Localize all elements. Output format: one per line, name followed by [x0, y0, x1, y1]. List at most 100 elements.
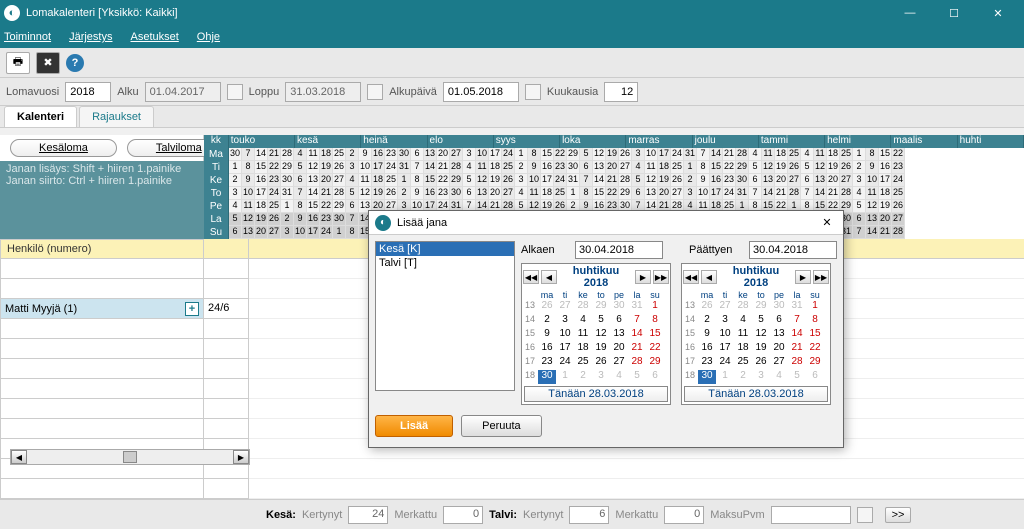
close-button[interactable]: ✕	[976, 0, 1020, 26]
minical-day[interactable]: 18	[734, 342, 752, 356]
minical-day[interactable]: 2	[538, 314, 556, 328]
maximize-button[interactable]: ☐	[932, 0, 976, 26]
menu-toiminnot[interactable]: Toiminnot	[4, 31, 51, 43]
calendar-icon[interactable]	[367, 84, 383, 100]
minical-day[interactable]: 8	[806, 314, 824, 328]
minical-day[interactable]: 9	[698, 328, 716, 342]
minical-day[interactable]: 29	[592, 300, 610, 314]
minical-day[interactable]: 11	[574, 328, 592, 342]
lomavuosi-input[interactable]	[65, 82, 111, 102]
minical-day[interactable]: 23	[538, 356, 556, 370]
minical-day[interactable]: 1	[806, 300, 824, 314]
minical-day[interactable]: 1	[556, 370, 574, 384]
minical-day[interactable]: 3	[556, 314, 574, 328]
person-row[interactable]	[0, 479, 204, 499]
scroll-right-button[interactable]: ▶	[233, 450, 249, 464]
minical-day[interactable]: 30	[610, 300, 628, 314]
minical-day[interactable]: 29	[806, 356, 824, 370]
list-item[interactable]: Kesä [K]	[376, 242, 514, 256]
minical-day[interactable]: 6	[610, 314, 628, 328]
year-next-icon[interactable]: ▶▶	[813, 270, 829, 284]
minical-day[interactable]: 28	[734, 300, 752, 314]
person-row[interactable]	[0, 399, 204, 419]
year-prev-icon[interactable]: ◀◀	[683, 270, 699, 284]
minical-day[interactable]: 31	[788, 300, 806, 314]
minical-day[interactable]: 28	[574, 300, 592, 314]
scroll-left-button[interactable]: ◀	[11, 450, 27, 464]
minical-day[interactable]: 18	[574, 342, 592, 356]
minical-day[interactable]: 6	[770, 314, 788, 328]
minical-day[interactable]: 26	[538, 300, 556, 314]
minical-day[interactable]: 4	[770, 370, 788, 384]
minical-day[interactable]: 23	[698, 356, 716, 370]
minical-day[interactable]: 8	[646, 314, 664, 328]
minical-day[interactable]: 20	[770, 342, 788, 356]
dialog-close-button[interactable]: ✕	[817, 216, 837, 229]
close-tool-button[interactable]: ✖	[36, 52, 60, 74]
minical-day[interactable]: 27	[556, 300, 574, 314]
print-button[interactable]: 🖶	[6, 52, 30, 74]
person-row[interactable]	[0, 259, 204, 279]
minical-day[interactable]: 28	[788, 356, 806, 370]
expand-button[interactable]: >>	[885, 507, 912, 523]
calendar-icon[interactable]	[857, 507, 873, 523]
minical-day[interactable]: 28	[628, 356, 646, 370]
peruuta-button[interactable]: Peruuta	[461, 415, 542, 437]
minical-day[interactable]: 21	[788, 342, 806, 356]
person-row[interactable]	[0, 279, 204, 299]
minical-day[interactable]: 13	[770, 328, 788, 342]
tab-kalenteri[interactable]: Kalenteri	[4, 106, 77, 127]
minical-day[interactable]: 25	[734, 356, 752, 370]
minical-day[interactable]: 19	[592, 342, 610, 356]
kuukausia-input[interactable]	[604, 82, 638, 102]
minical-day[interactable]: 2	[698, 314, 716, 328]
minical-day[interactable]: 3	[716, 314, 734, 328]
minical-day[interactable]: 6	[806, 370, 824, 384]
minical-day[interactable]: 2	[734, 370, 752, 384]
minical-day[interactable]: 24	[556, 356, 574, 370]
minical-day[interactable]: 26	[698, 300, 716, 314]
today-button[interactable]: Tänään 28.03.2018	[524, 386, 668, 402]
calendar-icon[interactable]	[227, 84, 243, 100]
minical-day[interactable]: 4	[610, 370, 628, 384]
minical-day[interactable]: 3	[752, 370, 770, 384]
minical-day[interactable]: 1	[716, 370, 734, 384]
minical-day[interactable]: 22	[646, 342, 664, 356]
minical-day[interactable]: 10	[556, 328, 574, 342]
lisaa-button[interactable]: Lisää	[375, 415, 453, 437]
month-next-icon[interactable]: ▶	[795, 270, 811, 284]
alkupvm-input[interactable]	[443, 82, 519, 102]
person-row[interactable]	[0, 379, 204, 399]
alkaen-input[interactable]	[575, 241, 663, 259]
minical-day[interactable]: 16	[698, 342, 716, 356]
year-next-icon[interactable]: ▶▶	[653, 270, 669, 284]
minicalendar-from[interactable]: ◀◀◀huhtikuu 2018▶▶▶matiketopelasu1326272…	[521, 263, 671, 405]
menu-ohje[interactable]: Ohje	[197, 31, 220, 43]
calendar-icon[interactable]	[525, 84, 541, 100]
minical-day[interactable]: 22	[806, 342, 824, 356]
minical-day[interactable]: 5	[752, 314, 770, 328]
month-prev-icon[interactable]: ◀	[701, 270, 717, 284]
minical-day[interactable]: 26	[752, 356, 770, 370]
minical-day[interactable]: 7	[628, 314, 646, 328]
person-row[interactable]	[0, 359, 204, 379]
year-prev-icon[interactable]: ◀◀	[523, 270, 539, 284]
minical-day[interactable]: 7	[788, 314, 806, 328]
minical-day[interactable]: 2	[574, 370, 592, 384]
minical-day[interactable]: 24	[716, 356, 734, 370]
minical-day[interactable]: 29	[646, 356, 664, 370]
minical-day[interactable]: 30	[698, 370, 716, 384]
scrollbar-horizontal[interactable]: ◀ ▶	[10, 449, 250, 465]
menu-jarjestys[interactable]: Järjestys	[69, 31, 112, 43]
minical-day[interactable]: 27	[770, 356, 788, 370]
minical-day[interactable]: 9	[538, 328, 556, 342]
minical-day[interactable]: 17	[716, 342, 734, 356]
minical-day[interactable]: 13	[610, 328, 628, 342]
minical-day[interactable]: 30	[770, 300, 788, 314]
person-row[interactable]	[0, 339, 204, 359]
person-row[interactable]	[0, 319, 204, 339]
minical-day[interactable]: 15	[806, 328, 824, 342]
minical-day[interactable]: 12	[752, 328, 770, 342]
maksupvm-value[interactable]	[771, 506, 851, 524]
minical-day[interactable]: 12	[592, 328, 610, 342]
